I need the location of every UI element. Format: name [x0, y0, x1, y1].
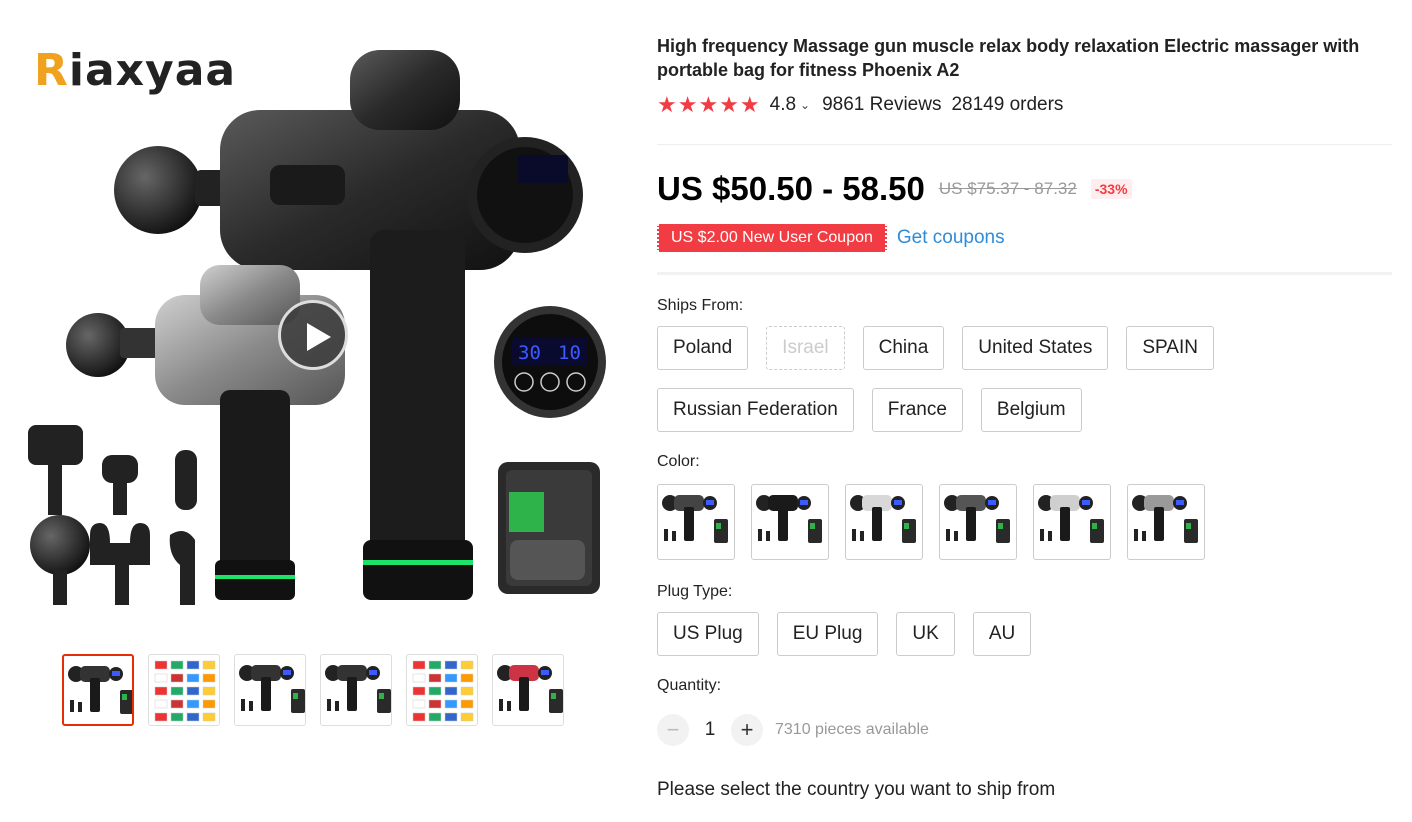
plug-type-option[interactable]: UK: [896, 612, 955, 656]
color-swatch[interactable]: [1127, 484, 1205, 560]
svg-text:10: 10: [558, 342, 581, 364]
color-options: [657, 484, 1205, 560]
quantity-label: Quantity:: [657, 677, 722, 694]
get-coupons-link[interactable]: Get coupons: [897, 227, 1005, 249]
thumbnail-strip: [62, 654, 564, 726]
ship-from-option[interactable]: China: [862, 326, 945, 370]
color-label: Color:: [657, 453, 700, 470]
svg-text:30: 30: [518, 342, 541, 364]
plug-type-options: US Plug EU Plug UK AU: [657, 612, 1032, 656]
ship-from-option[interactable]: United States: [962, 326, 1109, 370]
rating-row: ★★★★★ 4.8 ⌄ 9861 Reviews 28149 orders: [657, 90, 1392, 120]
plug-type-option[interactable]: US Plug: [657, 612, 759, 656]
ship-from-option[interactable]: Poland: [657, 326, 749, 370]
color-swatch[interactable]: [939, 484, 1017, 560]
ship-from-option[interactable]: Russian Federation: [657, 388, 854, 432]
ship-from-option[interactable]: Belgium: [980, 388, 1082, 432]
plus-icon[interactable]: +: [731, 714, 763, 746]
color-swatch[interactable]: [845, 484, 923, 560]
play-video-button[interactable]: [278, 300, 348, 370]
product-thumbnail[interactable]: [62, 654, 134, 726]
main-product-image[interactable]: Riaxyaa 30 10: [20, 30, 620, 620]
ship-from-option[interactable]: France: [871, 388, 963, 432]
orders-count: 28149 orders: [951, 94, 1064, 115]
ships-from-label: Ships From:: [657, 297, 744, 314]
coupon-row: US $2.00 New User Coupon Get coupons: [657, 224, 1005, 252]
plug-type-label: Plug Type:: [657, 583, 733, 600]
quantity-value[interactable]: 1: [689, 719, 731, 741]
product-thumbnail[interactable]: [148, 654, 220, 726]
minus-icon[interactable]: −: [657, 714, 689, 746]
divider: [657, 144, 1392, 145]
plug-type-option[interactable]: AU: [972, 612, 1032, 656]
plug-type-option[interactable]: EU Plug: [776, 612, 879, 656]
original-price: US $75.37 - 87.32: [938, 179, 1077, 198]
rating-value[interactable]: 4.8: [770, 94, 796, 116]
price-row: US $50.50 - 58.50 US $75.37 - 87.32 -33%: [657, 170, 1132, 208]
ship-from-option[interactable]: Israel: [766, 326, 845, 370]
pieces-available: 7310 pieces available: [775, 721, 929, 738]
ship-from-notice: Please select the country you want to sh…: [657, 779, 1056, 800]
product-info: High frequency Massage gun muscle relax …: [657, 34, 1392, 120]
product-thumbnail[interactable]: [320, 654, 392, 726]
discount-badge: -33%: [1090, 179, 1132, 199]
ships-from-options: Poland Israel China United States SPAIN: [657, 326, 1214, 370]
product-thumbnail[interactable]: [492, 654, 564, 726]
quantity-stepper: − 1 + 7310 pieces available: [657, 714, 929, 746]
new-user-coupon[interactable]: US $2.00 New User Coupon: [657, 224, 887, 252]
product-thumbnail[interactable]: [406, 654, 478, 726]
product-title: High frequency Massage gun muscle relax …: [657, 36, 1360, 80]
reviews-link[interactable]: 9861 Reviews: [822, 94, 941, 116]
chevron-down-icon[interactable]: ⌄: [800, 98, 810, 112]
star-rating-icon: ★★★★★: [657, 92, 761, 117]
color-swatch[interactable]: [1033, 484, 1111, 560]
color-swatch[interactable]: [751, 484, 829, 560]
current-price: US $50.50 - 58.50: [657, 170, 925, 207]
color-swatch[interactable]: [657, 484, 735, 560]
product-thumbnail[interactable]: [234, 654, 306, 726]
ship-from-option[interactable]: SPAIN: [1126, 326, 1214, 370]
ships-from-options: Russian Federation France Belgium: [657, 388, 1082, 432]
divider: [657, 272, 1392, 275]
